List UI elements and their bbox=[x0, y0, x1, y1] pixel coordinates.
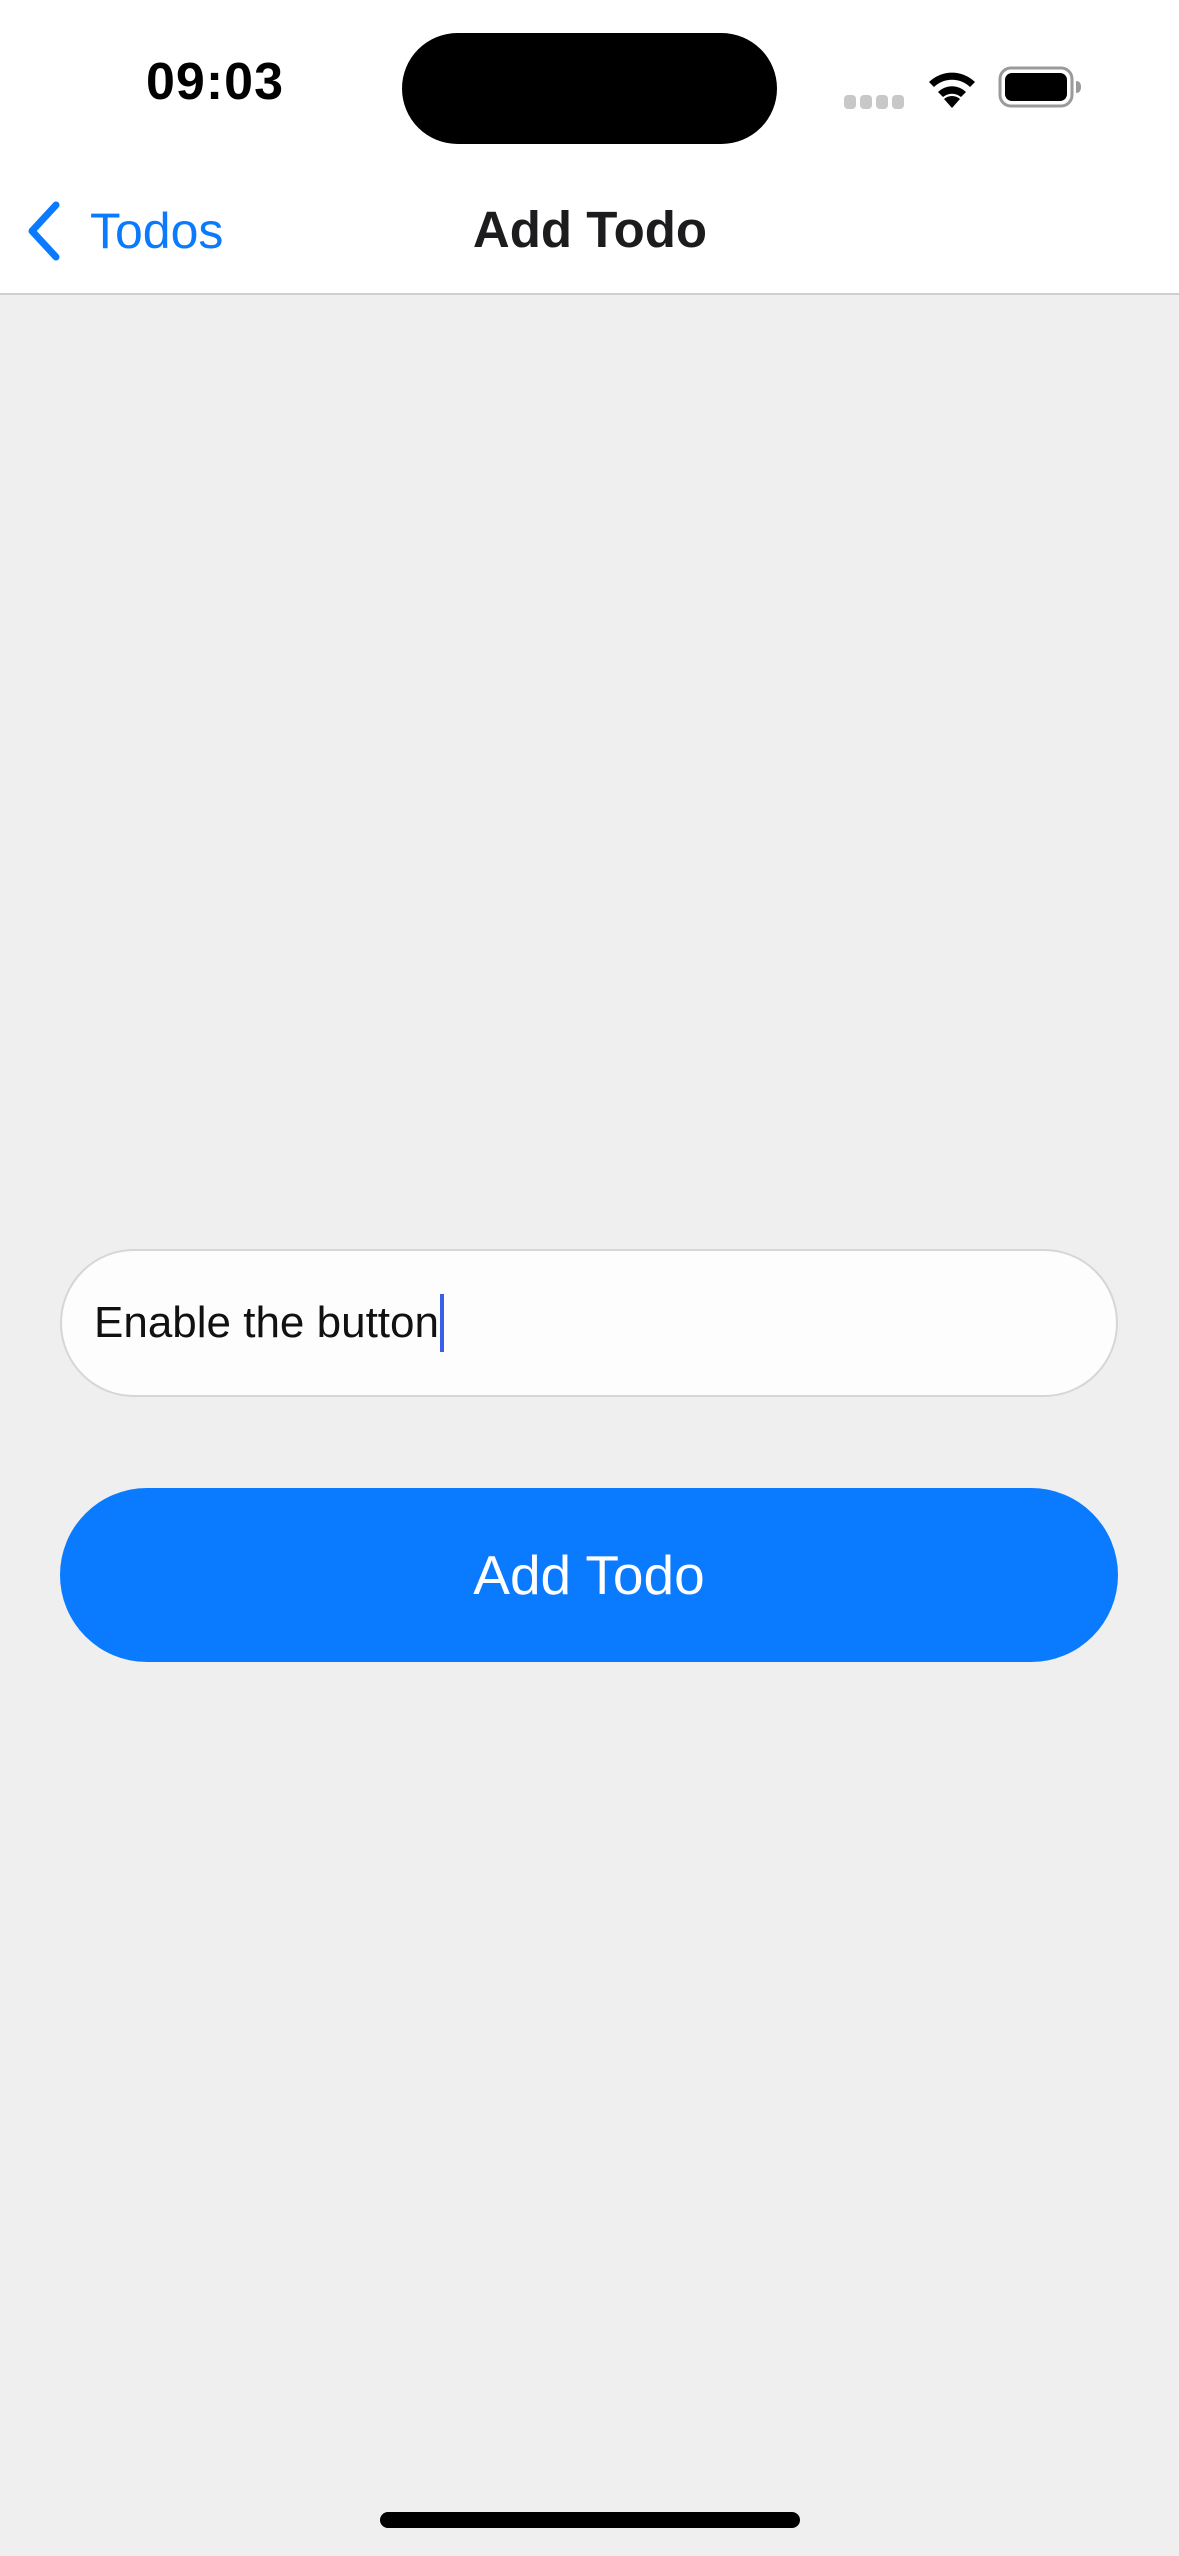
navigation-bar: Todos Add Todo bbox=[0, 170, 1179, 295]
back-button[interactable]: Todos bbox=[24, 196, 254, 266]
status-bar: 09:03 bbox=[0, 0, 1179, 170]
dynamic-island bbox=[402, 33, 777, 144]
cellular-signal-icon bbox=[844, 95, 906, 109]
page-title: Add Todo bbox=[472, 201, 708, 258]
wifi-icon bbox=[929, 72, 975, 108]
todo-title-input[interactable]: Enable the button bbox=[60, 1249, 1118, 1397]
text-caret bbox=[439, 1294, 444, 1352]
battery-icon bbox=[998, 66, 1081, 108]
todo-title-input-value: Enable the button bbox=[94, 1298, 439, 1347]
status-time: 09:03 bbox=[146, 53, 284, 111]
back-button-label: Todos bbox=[90, 203, 224, 259]
add-todo-button-label: Add Todo bbox=[473, 1544, 705, 1606]
home-indicator[interactable] bbox=[380, 2512, 800, 2528]
add-todo-button[interactable]: Add Todo bbox=[60, 1488, 1118, 1662]
chevron-left-icon bbox=[28, 201, 60, 261]
